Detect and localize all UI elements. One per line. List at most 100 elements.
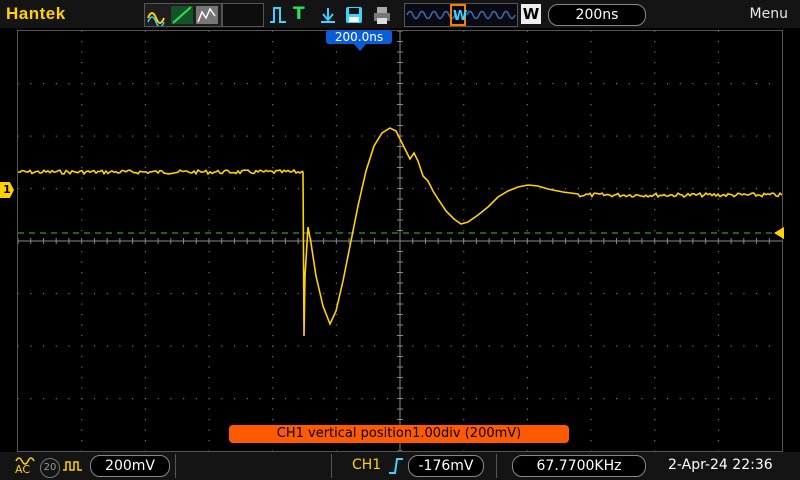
grid-dot [463, 51, 465, 53]
timebase-display[interactable]: 200ns [548, 4, 646, 26]
grid-dot [272, 209, 274, 211]
grid-dot [717, 31, 720, 32]
grid-dot [654, 177, 656, 179]
grid-dot [119, 345, 121, 347]
grid-dot [93, 398, 96, 400]
grid-dot [132, 83, 134, 85]
grid-dot [81, 251, 83, 253]
grid-dot [526, 31, 529, 32]
grid-dot [768, 188, 770, 190]
grid-dot [654, 272, 656, 274]
grid-dot [195, 345, 197, 347]
grid-dot [284, 345, 287, 347]
window-mode-button[interactable]: W [521, 4, 541, 24]
grid-dot [272, 230, 274, 232]
grid-dot [412, 83, 414, 85]
memory-window-bar[interactable]: W [404, 3, 518, 27]
grid-dot [259, 188, 261, 190]
grid-dot [335, 408, 338, 410]
grid-dot [144, 419, 147, 421]
grid-dot [590, 219, 592, 221]
memory-waveform-icon: W [406, 4, 516, 26]
grid-dot [666, 398, 669, 400]
grid-dot [297, 188, 299, 190]
bottom-bar: AC 20 200mV CH1 -176mV 67.7700KHz 2-Apr-… [0, 452, 800, 480]
grid-dot [208, 156, 210, 158]
grid-dot [577, 135, 579, 137]
waveform-display[interactable] [17, 30, 783, 452]
grid-dot [335, 293, 338, 295]
grid-dot [654, 398, 656, 400]
acquire-mode-group[interactable] [144, 3, 222, 28]
grid-dot [463, 125, 465, 127]
grid-dot [475, 293, 478, 295]
grid-dot [272, 450, 274, 451]
trigger-t-icon[interactable]: T [293, 4, 305, 24]
grid-dot [526, 335, 529, 337]
print-icon[interactable] [372, 5, 392, 25]
grid-dot [144, 219, 147, 221]
grid-dot [424, 135, 427, 137]
grid-dot [603, 345, 605, 347]
grid-dot [679, 188, 681, 190]
grid-dot [463, 198, 465, 200]
grid-dot [335, 450, 338, 451]
grid-dot [233, 188, 236, 190]
grid-dot [654, 450, 656, 451]
grid-dot [615, 293, 618, 295]
grid-dot [348, 345, 350, 347]
grid-dot [628, 293, 630, 295]
grid-dot [157, 188, 159, 190]
grid-dot [208, 293, 210, 295]
ch1-level-marker[interactable]: 1 [0, 182, 14, 198]
grid-dot [297, 398, 299, 400]
grid-dot [272, 251, 274, 253]
grid-dot [463, 377, 465, 379]
grid-dot [717, 156, 720, 158]
ch1-volts-per-div[interactable]: 200mV [90, 455, 170, 477]
grid-dot [348, 293, 350, 295]
grid-dot [768, 83, 770, 85]
grid-dot [526, 419, 529, 421]
grid-dot [208, 135, 210, 137]
save-icon[interactable] [344, 5, 364, 25]
grid-dot [68, 135, 70, 137]
grid-dot [539, 345, 541, 347]
grid-dot [144, 93, 147, 95]
grid-dot [106, 83, 108, 85]
wave-mode-icons [147, 6, 218, 28]
grid-dot [81, 398, 83, 400]
arrow-down-icon[interactable] [318, 6, 338, 24]
grid-dot [386, 135, 388, 137]
grid-dot [424, 293, 427, 295]
pulse-icon[interactable] [268, 5, 288, 25]
grid-dot [361, 293, 363, 295]
trigger-level-arrow-icon[interactable] [774, 227, 784, 239]
grid-dot [335, 135, 338, 137]
grid-dot [272, 104, 274, 106]
grid-dot [208, 146, 210, 148]
grid-dot [284, 135, 287, 137]
grid-dot [463, 293, 465, 295]
grid-dot [81, 93, 83, 95]
grid-dot [526, 135, 529, 137]
grid-dot [208, 440, 210, 442]
grid-dot [743, 398, 745, 400]
grid-dot [526, 146, 529, 148]
menu-button[interactable]: Menu [750, 6, 788, 22]
grid-dot [81, 83, 83, 85]
grid-dot [335, 251, 338, 253]
grid-dot [526, 125, 529, 127]
trigger-level-display[interactable]: -176mV [408, 455, 484, 477]
grid-dot [654, 282, 656, 284]
grid-dot [654, 93, 656, 95]
grid-dot [68, 83, 70, 85]
grid-dot [526, 293, 529, 295]
grid-dot [526, 188, 529, 190]
grid-dot [475, 345, 478, 347]
grid-dot [272, 83, 274, 85]
grid-dot [272, 167, 274, 169]
grid-dot [208, 261, 210, 263]
grid-dot [565, 398, 567, 400]
grid-dot [208, 93, 210, 95]
